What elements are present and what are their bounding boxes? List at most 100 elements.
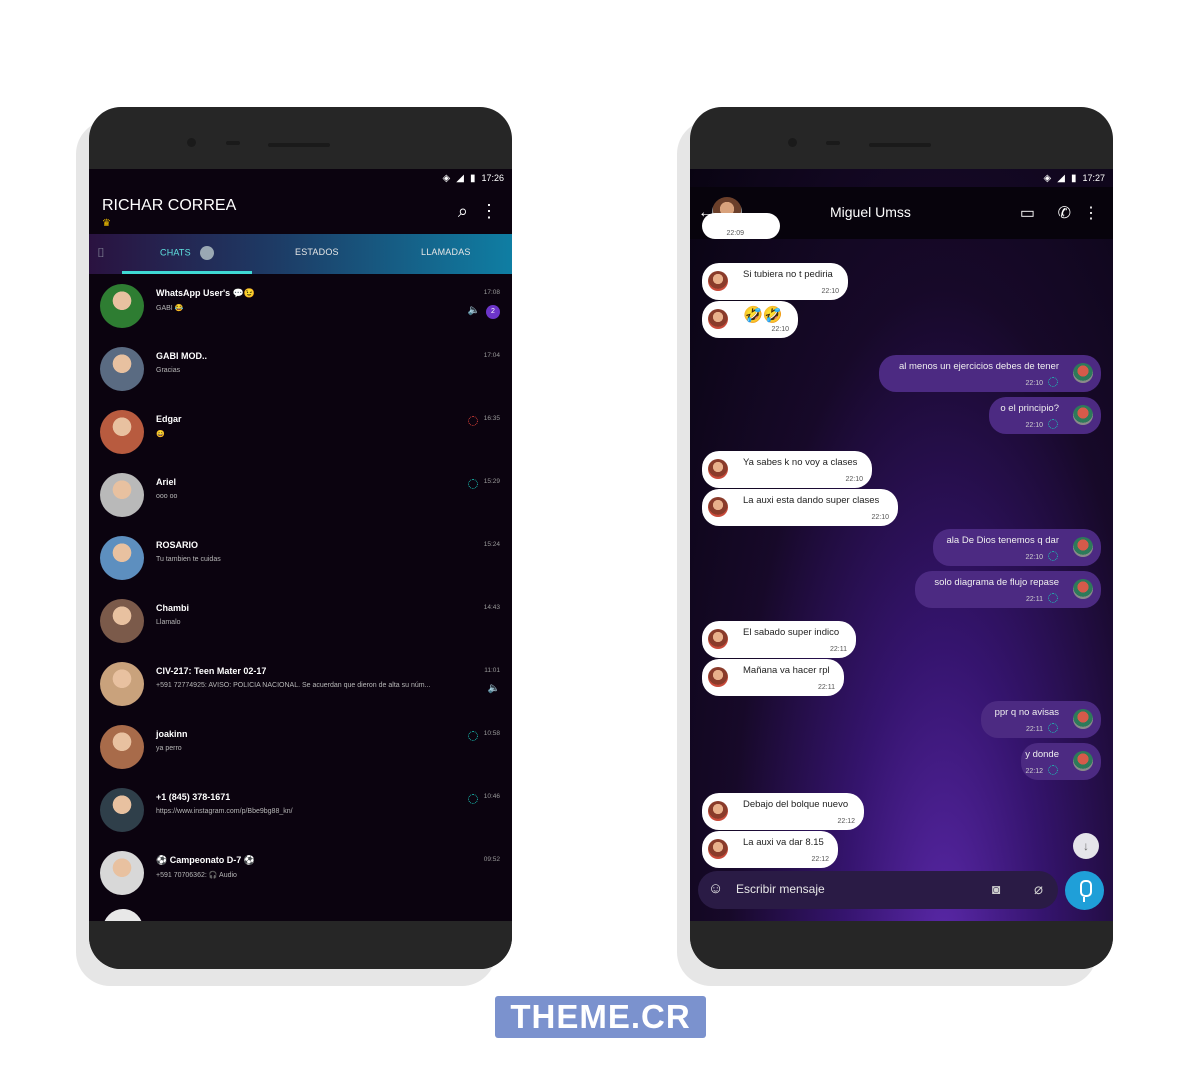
- message-time: 22:12: [811, 856, 829, 863]
- incoming-message[interactable]: Debajo del bolque nuevo 22:12: [702, 793, 864, 830]
- message-time: 22:11: [818, 684, 835, 691]
- chat-time: 11:01: [484, 667, 500, 674]
- chat-row[interactable]: joakinn ya perro 10:58: [89, 718, 512, 781]
- chat-avatar[interactable]: [100, 662, 144, 706]
- muted-icon: 🔈: [467, 305, 480, 316]
- chat-row[interactable]: CIV-217: Teen Mater 02-17 +591 72774925: …: [89, 655, 512, 718]
- scroll-down-button[interactable]: ↓: [1073, 833, 1099, 859]
- pending-status-icon: [1048, 723, 1058, 733]
- chat-avatar[interactable]: [100, 725, 144, 769]
- message-time: 22:10: [1025, 554, 1043, 561]
- message-time: 22:10: [871, 514, 889, 521]
- chat-row[interactable]: Ariel ooo oo 15:29: [89, 466, 512, 529]
- incoming-message[interactable]: La auxi va dar 8.15 22:12: [702, 831, 838, 868]
- incoming-message[interactable]: Ya sabes k no voy a clases 22:10: [702, 451, 872, 488]
- outgoing-message[interactable]: ala De Dios tenemos q dar 22:10: [933, 529, 1101, 566]
- message-avatar: [1073, 405, 1093, 425]
- battery-icon: ▮: [469, 172, 476, 184]
- message-time: 22:11: [830, 646, 847, 653]
- message-text: 🤣🤣: [743, 307, 783, 324]
- message-time: 22:10: [845, 476, 863, 483]
- chat-last-message: 😄: [156, 431, 165, 438]
- message-avatar: [708, 497, 728, 517]
- message-input[interactable]: Escribir mensaje: [736, 882, 825, 896]
- chat-avatar[interactable]: [100, 284, 144, 328]
- more-menu-icon[interactable]: ⋮: [480, 201, 498, 222]
- video-call-icon[interactable]: ▭: [1020, 203, 1035, 223]
- message-time: 22:10: [771, 326, 789, 333]
- chat-last-message: ooo oo: [156, 493, 178, 500]
- tab-chats[interactable]: CHATS: [160, 246, 214, 260]
- outgoing-message[interactable]: o el principio? 22:10: [989, 397, 1101, 434]
- chat-avatar[interactable]: [100, 599, 144, 643]
- chat-last-message: Gracias: [156, 367, 181, 374]
- incoming-message[interactable]: La auxi esta dando super clases 22:10: [702, 489, 898, 526]
- muted-icon: 🔈: [487, 683, 500, 694]
- message-text: Si tubiera no t pediria: [743, 269, 833, 280]
- right-earpiece: [869, 143, 931, 147]
- unread-badge: 2: [486, 305, 500, 319]
- chat-row[interactable]: +1 (845) 378-1671 https://www.instagram.c…: [89, 781, 512, 844]
- chat-row[interactable]: GABI MOD.. Gracias 17:04: [89, 340, 512, 403]
- incoming-message[interactable]: El sabado super indico 22:11: [702, 621, 856, 658]
- tab-llamadas[interactable]: LLAMADAS: [421, 247, 471, 257]
- message-text: ppr q no avisas: [994, 707, 1059, 718]
- attach-icon[interactable]: ⌀: [1034, 880, 1043, 898]
- message-avatar: [1073, 709, 1093, 729]
- chat-avatar[interactable]: [100, 410, 144, 454]
- chat-row[interactable]: WhatsApp User's 💬😉 GABI 😂 17:08 🔈 2: [89, 277, 512, 340]
- message-time: 22:09: [726, 230, 744, 237]
- chat-avatar[interactable]: [100, 851, 144, 895]
- chat-name: GABI MOD..: [156, 351, 207, 361]
- chat-row[interactable]: Chambi Llamalo 14:43: [89, 592, 512, 655]
- incoming-message[interactable]: 22:09: [702, 213, 780, 239]
- contact-name[interactable]: Miguel Umss: [830, 204, 911, 220]
- outgoing-message[interactable]: ppr q no avisas 22:11: [981, 701, 1101, 738]
- pending-status-icon: [1048, 765, 1058, 775]
- chat-row[interactable]: Edgar 😄 16:35: [89, 403, 512, 466]
- message-text: y donde: [1025, 749, 1059, 760]
- more-menu-icon[interactable]: ⋮: [1083, 203, 1099, 223]
- phone-call-icon[interactable]: ✆: [1058, 203, 1071, 223]
- left-phone-chin: [89, 921, 512, 969]
- chat-avatar[interactable]: [100, 536, 144, 580]
- emoji-icon[interactable]: ☺: [708, 880, 723, 897]
- chat-avatar[interactable]: [100, 788, 144, 832]
- chat-time: 10:46: [483, 793, 500, 800]
- watermark-text: THEME.CR: [510, 998, 691, 1035]
- voice-record-button[interactable]: [1065, 871, 1104, 910]
- left-sensor: [226, 141, 240, 145]
- right-phone-chin: [690, 921, 1113, 969]
- camera-icon[interactable]: ◙: [992, 881, 1000, 897]
- message-text: Ya sabes k no voy a clases: [743, 457, 858, 468]
- message-text: ala De Dios tenemos q dar: [946, 535, 1059, 546]
- message-avatar: [708, 839, 728, 859]
- tab-estados[interactable]: ESTADOS: [295, 247, 339, 257]
- chat-name: +1 (845) 378-1671: [156, 792, 231, 802]
- chat-avatar[interactable]: [100, 347, 144, 391]
- incoming-message[interactable]: Mañana va hacer rpl 22:11: [702, 659, 844, 696]
- message-avatar: [1073, 751, 1093, 771]
- outgoing-message[interactable]: al menos un ejercicios debes de tener 22:…: [879, 355, 1101, 392]
- message-avatar: [708, 667, 728, 687]
- camera-tab-icon[interactable]: ⌷: [97, 245, 105, 261]
- microphone-icon: [1080, 880, 1092, 897]
- chat-name: Ariel: [156, 477, 177, 487]
- app-title: RICHAR CORREA: [102, 197, 237, 214]
- search-icon[interactable]: ⌕: [458, 201, 468, 222]
- status-bar: ◈ ◢ ▮ 17:26: [443, 169, 504, 187]
- incoming-message[interactable]: Si tubiera no t pediria 22:10: [702, 263, 848, 300]
- signal-icon: ◢: [456, 172, 464, 184]
- outgoing-message[interactable]: y donde 22:12: [1021, 743, 1101, 780]
- watermark-logo: THEME.CR: [495, 996, 706, 1038]
- chat-row[interactable]: ⚽ Campeonato D-7 ⚽ +591 70706362: 🎧 Audio…: [89, 844, 512, 907]
- message-time: 22:10: [1025, 380, 1043, 387]
- outgoing-message[interactable]: solo diagrama de flujo repase 22:11: [915, 571, 1101, 608]
- message-time: 22:11: [1026, 726, 1043, 733]
- incoming-message[interactable]: 🤣🤣 22:10: [702, 301, 798, 338]
- chat-avatar[interactable]: [100, 473, 144, 517]
- status-time: 17:26: [481, 173, 504, 183]
- chat-name: ⚽ Campeonato D-7 ⚽: [156, 855, 255, 865]
- chat-time: 15:29: [483, 478, 500, 485]
- chat-row[interactable]: ROSARIO Tu tambien te cuidas 15:24: [89, 529, 512, 592]
